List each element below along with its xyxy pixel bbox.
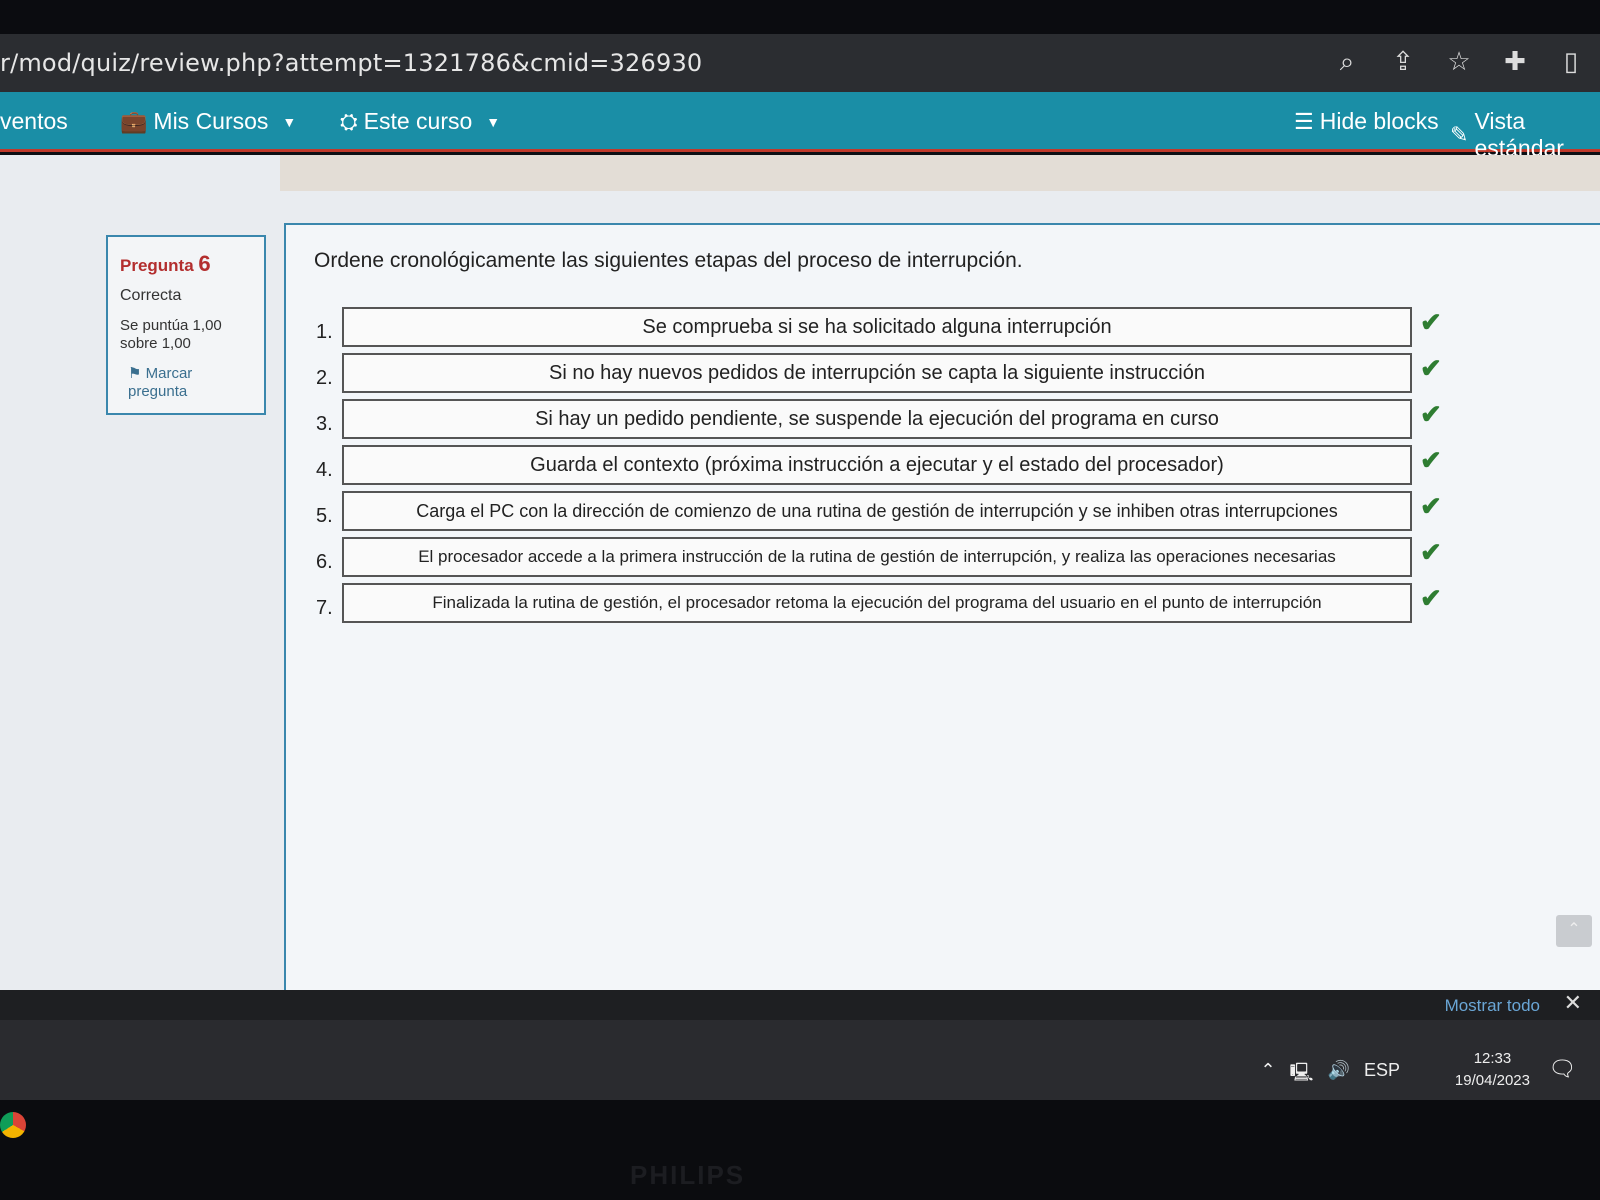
ordering-item-box: Finalizada la rutina de gestión, el proc… (342, 583, 1412, 623)
network-icon[interactable]: 🖳 (1290, 1060, 1314, 1090)
nav-mis-cursos-label: Mis Cursos (153, 108, 269, 134)
caret-down-icon: ▼ (282, 113, 297, 130)
browser-toolbar-icons: ⌕ ⇪ ☆ ✚ ▯ (1332, 46, 1586, 76)
ordering-item: 6. El procesador accede a la primera ins… (316, 537, 1456, 583)
flag-question-link[interactable]: ⚑ Marcar pregunta (120, 365, 252, 401)
hide-blocks-label: Hide blocks (1319, 108, 1439, 134)
nav-este-curso-label: Este curso (363, 108, 473, 134)
share-icon[interactable]: ⇪ (1388, 46, 1418, 76)
grade-line-2: sobre 1,00 (120, 335, 191, 352)
grade-line-1: Se puntúa 1,00 (120, 317, 222, 334)
monitor-bezel-bottom (0, 1100, 1600, 1200)
pin-icon: ✎ (1450, 122, 1469, 147)
notification-icon[interactable]: 🗨 (1548, 1056, 1576, 1082)
language-indicator[interactable]: ESP (1364, 1060, 1400, 1090)
chevron-up-icon[interactable]: ⌃ (1260, 1060, 1275, 1090)
side-panel-icon[interactable]: ▯ (1556, 46, 1586, 76)
monitor-brand: PHILIPS (630, 1160, 746, 1190)
scroll-to-top-button[interactable]: ⌃ (1556, 915, 1592, 947)
ordering-item-box: Se comprueba si se ha solicitado alguna … (342, 307, 1412, 347)
ordering-item: 7. Finalizada la rutina de gestión, el p… (316, 583, 1456, 629)
item-number: 3. (316, 413, 333, 435)
ordering-item: 2. Si no hay nuevos pedidos de interrupc… (316, 353, 1456, 399)
site-navbar: ventos 💼 Mis Cursos ▼ ⛭ Este curso ▼ ☰ H… (0, 92, 1600, 161)
monitor-bezel-top (0, 0, 1600, 34)
question-info-panel: Pregunta 6 Correcta Se puntúa 1,00 sobre… (106, 235, 266, 415)
browser-address-bar: r/mod/quiz/review.php?attempt=1321786&cm… (0, 34, 1600, 92)
list-icon: ☰ (1294, 108, 1314, 134)
caret-down-icon: ▼ (486, 113, 501, 130)
previous-question-strip (280, 155, 1600, 191)
check-icon: ✔ (1420, 307, 1442, 337)
page-content: Pregunta 6 Correcta Se puntúa 1,00 sobre… (0, 155, 1600, 1015)
ordering-list: 1. Se comprueba si se ha solicitado algu… (316, 307, 1456, 629)
question-text: Ordene cronológicamente las siguientes e… (314, 249, 1023, 272)
check-icon: ✔ (1420, 399, 1442, 429)
ordering-item: 3. Si hay un pedido pendiente, se suspen… (316, 399, 1456, 445)
extensions-icon[interactable]: ✚ (1500, 46, 1530, 76)
ordering-item-box: El procesador accede a la primera instru… (342, 537, 1412, 577)
item-number: 2. (316, 367, 333, 389)
question-number: Pregunta 6 (120, 251, 252, 277)
vista-estandar-label: Vista estándar (1474, 108, 1564, 161)
briefcase-icon: 💼 (120, 108, 148, 134)
item-number: 6. (316, 551, 333, 573)
item-number: 7. (316, 597, 333, 619)
check-icon: ✔ (1420, 537, 1442, 567)
ordering-item: 4. Guarda el contexto (próxima instrucci… (316, 445, 1456, 491)
pregunta-numero: 6 (198, 251, 211, 276)
sitemap-icon: ⛭ (340, 108, 358, 134)
check-icon: ✔ (1420, 353, 1442, 383)
question-grade: Se puntúa 1,00 sobre 1,00 (120, 317, 252, 353)
ordering-item-box: Guarda el contexto (próxima instrucción … (342, 445, 1412, 485)
pregunta-label: Pregunta (120, 256, 194, 275)
vista-estandar-button[interactable]: ✎ Vista estándar (1450, 108, 1600, 162)
marcar-line-2: pregunta (128, 383, 188, 400)
ordering-item-box: Si hay un pedido pendiente, se suspende … (342, 399, 1412, 439)
question-content: Ordene cronológicamente las siguientes e… (284, 223, 1600, 1003)
url-field[interactable]: r/mod/quiz/review.php?attempt=1321786&cm… (0, 49, 702, 77)
zoom-icon[interactable]: ⌕ (1332, 46, 1362, 76)
check-icon: ✔ (1420, 491, 1442, 521)
mostrar-todo-link[interactable]: Mostrar todo (1445, 996, 1540, 1016)
volume-icon[interactable]: 🔊 (1328, 1060, 1350, 1090)
nav-mis-cursos[interactable]: 💼 Mis Cursos ▼ (120, 108, 296, 135)
item-number: 5. (316, 505, 333, 527)
chrome-icon[interactable] (0, 1112, 26, 1138)
ordering-item-box: Si no hay nuevos pedidos de interrupción… (342, 353, 1412, 393)
clock-date: 19/04/2023 (1454, 1072, 1530, 1089)
ordering-item-box: Carga el PC con la dirección de comienzo… (342, 491, 1412, 531)
nav-este-curso[interactable]: ⛭ Este curso ▼ (340, 108, 500, 135)
flag-icon: ⚑ (128, 365, 146, 382)
item-number: 1. (316, 321, 333, 343)
close-icon[interactable]: ✕ (1564, 990, 1582, 1016)
bookmark-star-icon[interactable]: ☆ (1444, 46, 1474, 76)
question-state: Correcta (120, 287, 182, 304)
system-tray: ⌃ 🖳 🔊 ESP (1260, 1060, 1400, 1090)
taskbar-clock[interactable]: 12:33 19/04/2023 (1455, 1048, 1530, 1092)
hide-blocks-button[interactable]: ☰ Hide blocks (1294, 108, 1439, 135)
nav-eventos-label: ventos (0, 108, 68, 134)
clock-time: 12:33 (1473, 1050, 1512, 1067)
windows-taskbar: ⌃ 🖳 🔊 ESP 12:33 19/04/2023 🗨 (0, 1020, 1600, 1100)
nav-eventos[interactable]: ventos (0, 108, 68, 135)
check-icon: ✔ (1420, 583, 1442, 613)
check-icon: ✔ (1420, 445, 1442, 475)
ordering-item: 1. Se comprueba si se ha solicitado algu… (316, 307, 1456, 353)
marcar-line-1: Marcar (145, 365, 193, 382)
downloads-bar (0, 990, 1600, 1020)
ordering-item: 5. Carga el PC con la dirección de comie… (316, 491, 1456, 537)
item-number: 4. (316, 459, 333, 481)
